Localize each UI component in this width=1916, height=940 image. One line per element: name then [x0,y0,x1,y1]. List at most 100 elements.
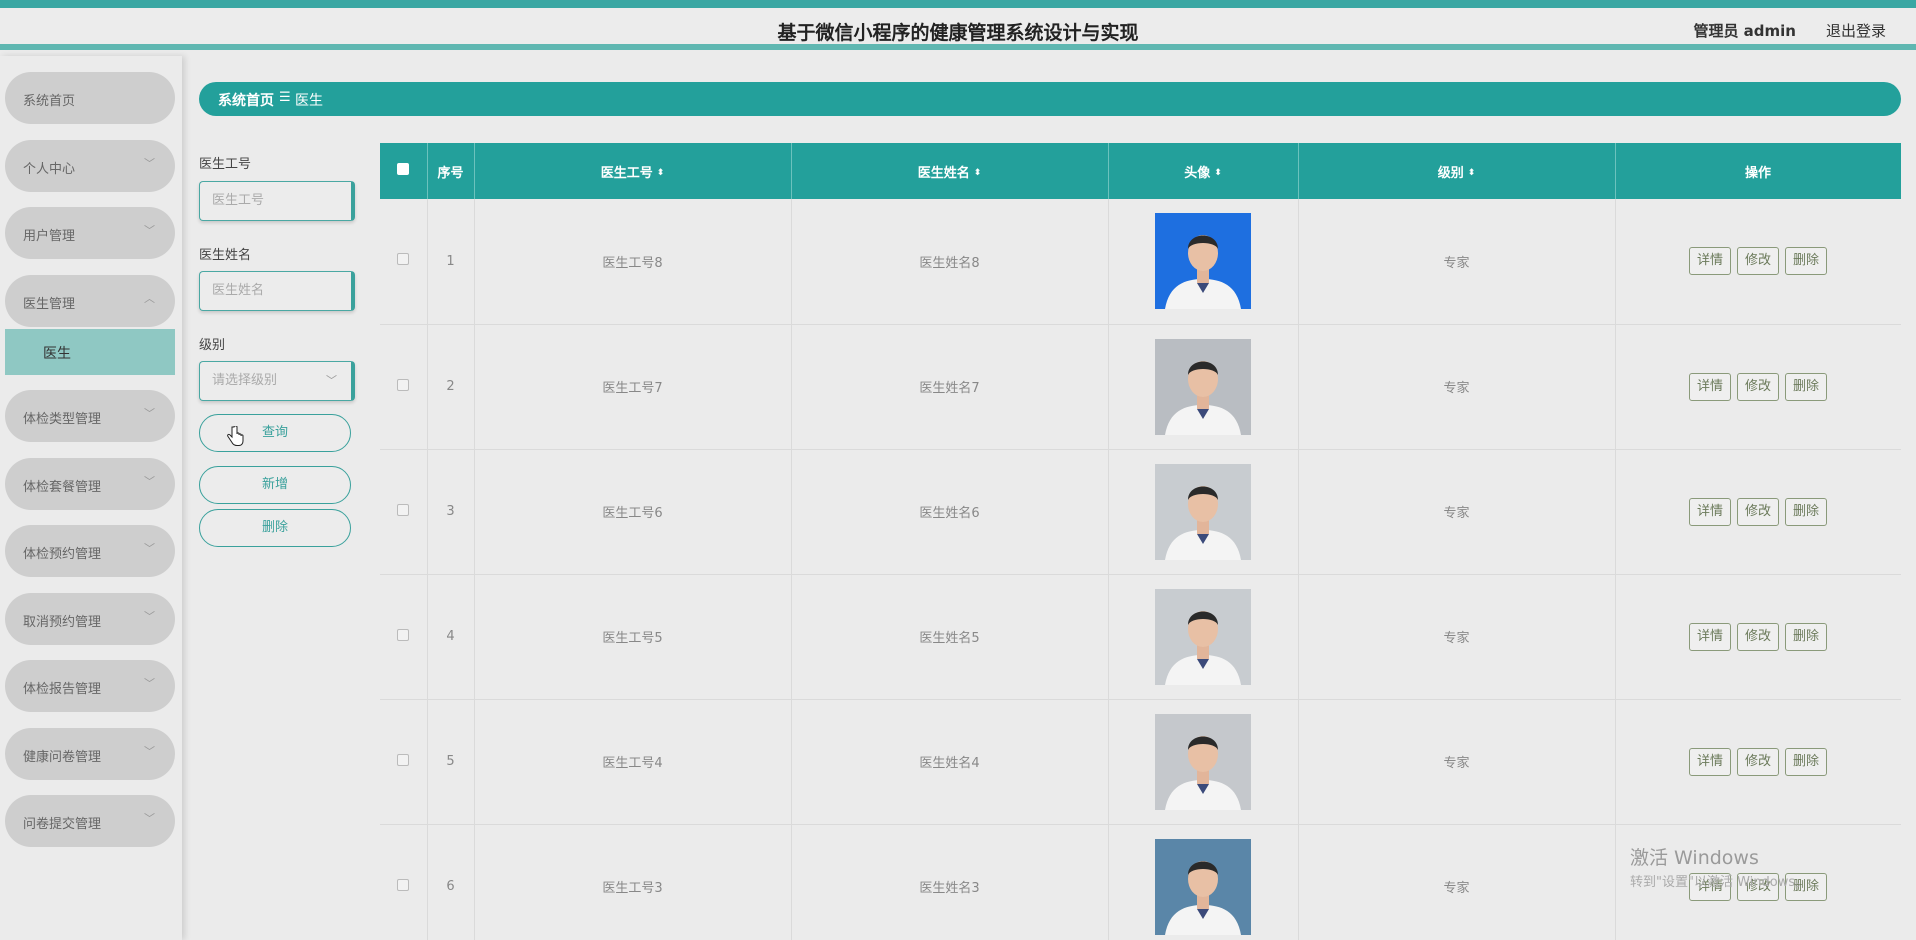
select-all-checkbox[interactable] [397,163,410,175]
row-checkbox[interactable] [397,253,410,266]
chevron-down-icon: ﹀ [144,812,155,825]
doctor-avatar[interactable] [1155,463,1251,560]
table-row: 3 医生工号6 医生姓名6 专家 详情 修改 删除 [380,449,1901,575]
row-checkbox[interactable] [397,628,410,641]
chevron-down-icon: ﹀ [144,610,155,623]
current-user: 管理员 admin [1693,22,1796,40]
level-placeholder: 请选择级别 [212,373,278,388]
doctor-id-input[interactable]: 医生工号 [199,181,355,221]
chevron-down-icon: ﹀ [326,374,337,387]
delete-button[interactable]: 删除 [1785,622,1828,651]
actions-cell: 详情 修改 删除 [1615,324,1901,450]
doctor-id-cell: 医生工号4 [474,699,792,825]
windows-activation-hint: 转到"设置"以激活 Windows。 [1630,875,1809,890]
doctor-id-cell: 医生工号3 [474,824,792,940]
level-select[interactable]: 请选择级别 ﹀ [199,361,355,401]
delete-button[interactable]: 删除 [1785,747,1828,776]
detail-button[interactable]: 详情 [1688,747,1731,776]
detail-button[interactable]: 详情 [1688,247,1731,276]
detail-button[interactable]: 详情 [1688,622,1731,651]
sidebar-item-label: 取消预约管理 [23,615,102,630]
doctor-name-input[interactable]: 医生姓名 [199,271,355,311]
doctor-name-cell: 医生姓名5 [791,574,1109,700]
doctor-avatar[interactable] [1155,213,1251,310]
batch-delete-button[interactable]: 删除 [199,509,351,547]
edit-button[interactable]: 修改 [1736,247,1779,276]
column-header-label: 操作 [1744,165,1771,181]
row-select-cell [380,199,428,325]
sidebar: 系统首页 个人中心 ﹀ 用户管理 ﹀ 医生管理 ︿ 医生 体检类型管理 ﹀ 体检… [0,56,182,940]
doctor-avatar[interactable] [1155,338,1251,435]
sidebar-item-label: 健康问卷管理 [23,750,102,765]
sidebar-item-exam-report-management[interactable]: 体检报告管理 ﹀ [5,660,175,712]
sidebar-item-home[interactable]: 系统首页 [5,72,175,124]
row-select-cell [380,324,428,450]
sort-icon[interactable]: ⬍ [1468,168,1476,178]
detail-button[interactable]: 详情 [1688,497,1731,526]
sort-icon[interactable]: ⬍ [974,168,982,178]
column-header-doctor-name[interactable]: 医生姓名 ⬍ [791,143,1109,199]
add-button[interactable]: 新增 [199,466,351,504]
edit-button[interactable]: 修改 [1736,372,1779,401]
sidebar-item-cancel-booking-management[interactable]: 取消预约管理 ﹀ [5,593,175,645]
column-header-avatar[interactable]: 头像 ⬍ [1108,143,1299,199]
sidebar-item-health-questionnaire-management[interactable]: 健康问卷管理 ﹀ [5,728,175,780]
header: 基于微信小程序的健康管理系统设计与实现 管理员 admin 退出登录 [0,8,1916,50]
doctor-name-cell: 医生姓名6 [791,449,1109,575]
column-header-level[interactable]: 级别 ⬍ [1298,143,1616,199]
edit-button[interactable]: 修改 [1736,622,1779,651]
actions-cell: 详情 修改 删除 [1615,699,1901,825]
table-header-row: 序号 医生工号 ⬍ 医生姓名 ⬍ 头像 ⬍ 级别 ⬍ 操作 [380,143,1901,199]
sidebar-item-label: 医生管理 [23,297,76,312]
sidebar-item-questionnaire-submission-management[interactable]: 问卷提交管理 ﹀ [5,795,175,847]
delete-button[interactable]: 删除 [1785,372,1828,401]
sidebar-item-exam-package-management[interactable]: 体检套餐管理 ﹀ [5,458,175,510]
row-checkbox[interactable] [397,753,410,766]
row-select-cell [380,449,428,575]
sidebar-subitem-doctor[interactable]: 医生 [5,329,175,375]
chevron-down-icon: ﹀ [144,407,155,420]
column-header-actions: 操作 [1615,143,1901,199]
sidebar-item-doctor-management[interactable]: 医生管理 ︿ [5,275,175,327]
column-header-label: 头像 [1184,165,1211,181]
sort-icon[interactable]: ⬍ [657,168,665,178]
doctor-table: 序号 医生工号 ⬍ 医生姓名 ⬍ 头像 ⬍ 级别 ⬍ 操作 1 医生工号8 医生姓名8 专家详… [380,143,1901,940]
delete-button[interactable]: 删除 [1785,247,1828,276]
doctor-name-label: 医生姓名 [199,248,252,263]
edit-button[interactable]: 修改 [1736,497,1779,526]
delete-button[interactable]: 删除 [1785,497,1828,526]
row-checkbox[interactable] [397,878,410,891]
sidebar-item-label: 系统首页 [23,94,76,109]
row-index: 1 [427,199,475,325]
breadcrumb-home[interactable]: 系统首页 [218,90,274,110]
sidebar-item-personal-center[interactable]: 个人中心 ﹀ [5,140,175,192]
chevron-down-icon: ﹀ [144,475,155,488]
row-checkbox[interactable] [397,378,410,391]
query-button[interactable]: 查询 [199,414,351,452]
actions-cell: 详情 修改 删除 [1615,199,1901,325]
column-header-label: 序号 [437,165,464,181]
row-select-cell [380,699,428,825]
detail-button[interactable]: 详情 [1688,372,1731,401]
doctor-avatar[interactable] [1155,838,1251,935]
app-title: 基于微信小程序的健康管理系统设计与实现 [777,22,1139,44]
column-header-label: 医生工号 [600,165,653,181]
chevron-up-icon: ︿ [144,292,155,305]
breadcrumb-current: 医生 [295,93,323,109]
column-header-label: 级别 [1437,165,1464,181]
doctor-name-cell: 医生姓名3 [791,824,1109,940]
doctor-avatar[interactable] [1155,588,1251,685]
sort-icon[interactable]: ⬍ [1214,168,1222,178]
sidebar-item-exam-booking-management[interactable]: 体检预约管理 ﹀ [5,525,175,577]
row-checkbox[interactable] [397,503,410,516]
doctor-id-cell: 医生工号8 [474,199,792,325]
logout-link[interactable]: 退出登录 [1826,20,1886,41]
chevron-down-icon: ﹀ [144,224,155,237]
avatar-cell [1108,574,1299,700]
doctor-avatar[interactable] [1155,713,1251,810]
column-header-doctor-id[interactable]: 医生工号 ⬍ [474,143,792,199]
sidebar-subitem-label: 医生 [43,346,71,362]
edit-button[interactable]: 修改 [1736,747,1779,776]
sidebar-item-user-management[interactable]: 用户管理 ﹀ [5,207,175,259]
sidebar-item-exam-type-management[interactable]: 体检类型管理 ﹀ [5,390,175,442]
